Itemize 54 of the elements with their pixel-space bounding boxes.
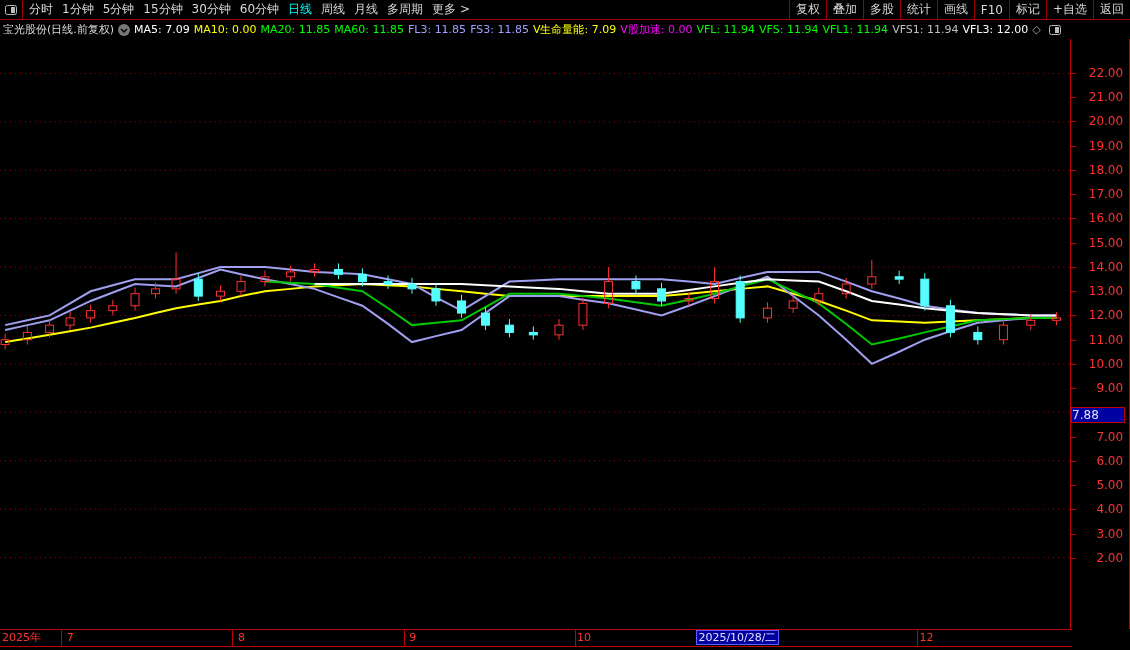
price-tick: 17.00 bbox=[1087, 187, 1124, 202]
indicator-value: V股加速: 0.00 bbox=[620, 22, 693, 37]
indicator-value: V生命量能: 7.09 bbox=[532, 22, 617, 37]
period-tab[interactable]: 多周期 bbox=[387, 1, 424, 18]
indicator-value: FL3: 11.85 bbox=[407, 23, 467, 36]
indicator-value: VFL1: 11.94 bbox=[822, 23, 889, 36]
month-label: 10 bbox=[576, 630, 591, 645]
indicator-value: MA20: 11.85 bbox=[260, 23, 331, 36]
price-tick: 18.00 bbox=[1087, 162, 1124, 177]
indicator-value: MA10: 0.00 bbox=[193, 23, 257, 36]
indicator-value: FS3: 11.85 bbox=[470, 23, 529, 36]
price-tick: 14.00 bbox=[1087, 259, 1124, 274]
price-tick: 2.00 bbox=[1095, 550, 1124, 565]
period-tab[interactable]: 5分钟 bbox=[102, 1, 135, 18]
price-tick: 15.00 bbox=[1087, 235, 1124, 250]
cursor-date: 2025/10/28/二 bbox=[696, 630, 779, 645]
period-tab[interactable]: 1分钟 bbox=[62, 1, 94, 18]
indicator-value: VFL: 11.94 bbox=[696, 23, 756, 36]
diamond-toggle[interactable]: ◇ bbox=[1032, 23, 1041, 36]
price-marker: 7.88 bbox=[1071, 407, 1126, 424]
price-tick: 6.00 bbox=[1095, 453, 1124, 468]
price-tick: 13.00 bbox=[1087, 284, 1124, 299]
month-label: 12 bbox=[919, 630, 934, 645]
price-tick: 20.00 bbox=[1087, 114, 1124, 129]
year-label: 2025年 bbox=[2, 630, 41, 645]
period-tab[interactable]: 月线 bbox=[354, 1, 379, 18]
price-tick: 7.00 bbox=[1095, 429, 1124, 444]
indicator-value: VFS1: 11.94 bbox=[892, 23, 959, 36]
indicator-value: MA5: 7.09 bbox=[134, 23, 190, 36]
period-tab[interactable]: 更多 > bbox=[432, 1, 470, 18]
price-tick: 12.00 bbox=[1087, 308, 1124, 323]
month-label: 8 bbox=[237, 630, 245, 645]
price-tick: 21.00 bbox=[1087, 90, 1124, 105]
period-tab[interactable]: 日线 bbox=[288, 1, 313, 18]
month-label: 7 bbox=[66, 630, 74, 645]
period-tab[interactable]: 15分钟 bbox=[143, 1, 183, 18]
period-tab[interactable]: 周线 bbox=[321, 1, 346, 18]
indicator-value: MA60: 11.85 bbox=[334, 23, 404, 36]
price-tick: 16.00 bbox=[1087, 211, 1124, 226]
price-tick: 3.00 bbox=[1095, 526, 1124, 541]
price-tick: 22.00 bbox=[1087, 65, 1124, 80]
price-tick: 11.00 bbox=[1087, 332, 1124, 347]
price-tick: 5.00 bbox=[1095, 478, 1124, 493]
stock-title: 宝光股份(日线.前复权) bbox=[3, 22, 115, 37]
indicator-value: VFS: 11.94 bbox=[759, 23, 819, 36]
indicator-value: VFL3: 12.00 bbox=[962, 23, 1029, 36]
period-tab[interactable]: 60分钟 bbox=[239, 1, 280, 18]
price-tick: 4.00 bbox=[1095, 502, 1124, 517]
period-tab[interactable]: 分时 bbox=[29, 1, 53, 18]
price-tick: 19.00 bbox=[1087, 138, 1124, 153]
price-tick: 10.00 bbox=[1087, 356, 1124, 371]
month-label: 9 bbox=[409, 630, 417, 645]
price-tick: 9.00 bbox=[1095, 381, 1124, 396]
period-tab[interactable]: 30分钟 bbox=[191, 1, 231, 18]
